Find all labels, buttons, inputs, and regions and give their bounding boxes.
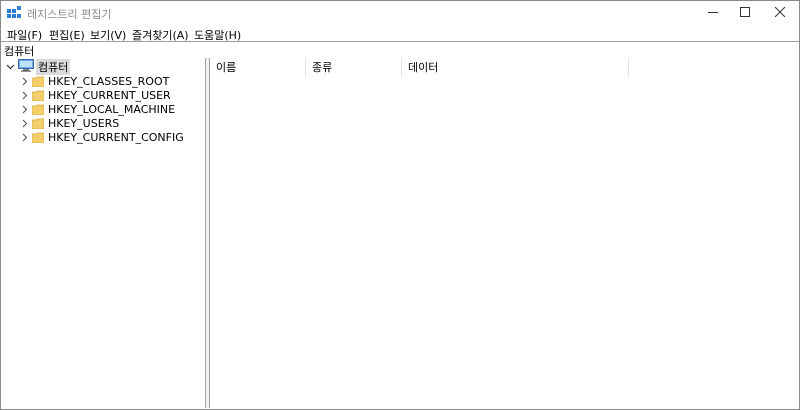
- folder-icon: [31, 118, 45, 130]
- close-icon: [774, 6, 786, 20]
- computer-icon: [18, 58, 34, 75]
- tree-node-key[interactable]: HKEY_USERS: [19, 116, 119, 131]
- tree-root-label: 컴퓨터: [36, 58, 71, 75]
- tree-node-key[interactable]: HKEY_CURRENT_USER: [19, 88, 171, 103]
- minimize-icon: [708, 6, 718, 20]
- values-list-pane[interactable]: 이름 종류 데이터: [209, 58, 799, 408]
- tree-key-label: HKEY_LOCAL_MACHINE: [48, 103, 176, 116]
- window-title: 레지스트리 편집기: [27, 8, 112, 21]
- column-header-type[interactable]: 종류: [306, 58, 402, 77]
- chevron-right-icon[interactable]: [19, 132, 29, 144]
- address-path: 컴퓨터: [4, 45, 35, 58]
- tree-node-key[interactable]: HKEY_CLASSES_ROOT: [19, 74, 169, 89]
- registry-editor-icon: [7, 6, 21, 20]
- tree-key-label: HKEY_CURRENT_USER: [48, 89, 171, 102]
- tree-key-label: HKEY_CURRENT_CONFIG: [48, 131, 184, 144]
- chevron-down-icon[interactable]: [5, 61, 15, 73]
- chevron-right-icon[interactable]: [19, 104, 29, 116]
- tree-pane[interactable]: 컴퓨터 HKEY_CLASSES_ROOT HKEY_CURRENT_USER: [1, 58, 206, 408]
- address-bar[interactable]: 컴퓨터: [1, 41, 799, 59]
- menu-bar: 파일(F) 편집(E) 보기(V) 즐겨찾기(A) 도움말(H): [1, 25, 799, 42]
- tree-key-label: HKEY_USERS: [48, 117, 120, 130]
- maximize-button[interactable]: [727, 1, 763, 25]
- column-header-data[interactable]: 데이터: [402, 58, 629, 77]
- folder-icon: [31, 76, 45, 88]
- chevron-right-icon[interactable]: [19, 118, 29, 130]
- list-header: 이름 종류 데이터: [210, 58, 799, 77]
- tree-node-key[interactable]: HKEY_CURRENT_CONFIG: [19, 130, 184, 145]
- close-button[interactable]: [762, 1, 798, 25]
- tree-key-label: HKEY_CLASSES_ROOT: [48, 75, 170, 88]
- title-bar: 레지스트리 편집기: [1, 1, 799, 25]
- chevron-right-icon[interactable]: [19, 90, 29, 102]
- folder-icon: [31, 132, 45, 144]
- tree-node-key[interactable]: HKEY_LOCAL_MACHINE: [19, 102, 175, 117]
- registry-editor-window: 레지스트리 편집기 파일(F) 편집(E) 보기(V) 즐겨찾기(A) 도움말(…: [0, 0, 800, 410]
- folder-icon: [31, 90, 45, 102]
- minimize-button[interactable]: [695, 1, 731, 25]
- chevron-right-icon[interactable]: [19, 76, 29, 88]
- maximize-icon: [740, 6, 750, 20]
- folder-icon: [31, 104, 45, 116]
- column-header-name[interactable]: 이름: [210, 58, 306, 77]
- tree-node-computer[interactable]: 컴퓨터: [5, 58, 71, 75]
